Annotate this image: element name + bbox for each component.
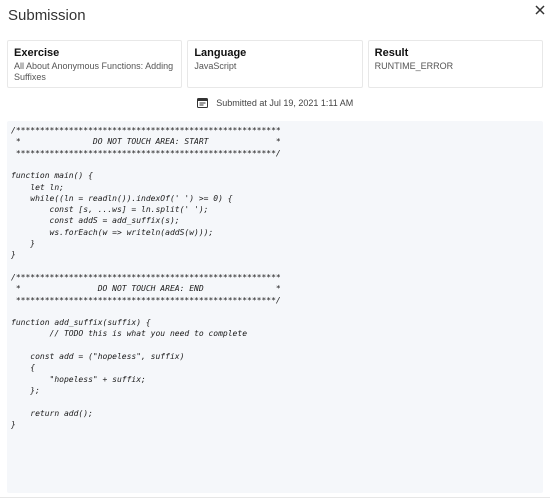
code-line: { bbox=[11, 363, 36, 373]
code-line: ****************************************… bbox=[11, 148, 281, 158]
language-value: JavaScript bbox=[194, 61, 237, 71]
code-line: const addS = add_suffix(s); bbox=[11, 216, 180, 226]
code-line: } bbox=[11, 239, 36, 248]
calendar-icon bbox=[196, 98, 217, 108]
language-card: Language JavaScript bbox=[187, 40, 363, 88]
code-line: * DO NOT TOUCH AREA: END * bbox=[11, 284, 281, 294]
close-icon[interactable] bbox=[533, 3, 547, 17]
divider bbox=[0, 497, 550, 498]
code-block: /***************************************… bbox=[7, 121, 543, 493]
dialog-header: Submission bbox=[0, 0, 550, 34]
exercise-label: Exercise bbox=[14, 47, 60, 59]
code-line: /***************************************… bbox=[11, 126, 281, 135]
submitted-text: Submitted at Jul 19, 2021 1:11 AM bbox=[216, 98, 354, 108]
code-line: let ln; bbox=[11, 182, 64, 192]
language-label: Language bbox=[194, 47, 247, 59]
code-line: const [s, ...ws] = ln.split(' '); bbox=[11, 205, 209, 215]
dialog-title: Submission bbox=[8, 7, 86, 24]
result-value: RUNTIME_ERROR bbox=[374, 61, 454, 71]
code-line: } bbox=[11, 419, 16, 429]
code-line: // TODO this is what you need to complet… bbox=[11, 329, 248, 339]
code-line: const add = ("hopeless", suffix) bbox=[11, 352, 185, 361]
code-line: function add_suffix(suffix) { bbox=[11, 318, 151, 328]
result-card: Result RUNTIME_ERROR bbox=[367, 40, 543, 88]
result-label: Result bbox=[374, 47, 409, 59]
exercise-card: Exercise All About Anonymous Functions: … bbox=[7, 40, 183, 88]
summary-cards: Exercise All About Anonymous Functions: … bbox=[7, 40, 543, 88]
code-line: "hopeless" + suffix; bbox=[11, 374, 146, 384]
code-line: ****************************************… bbox=[11, 295, 281, 305]
code-line: while((ln = readln()).indexOf(' ') >= 0)… bbox=[11, 193, 233, 203]
submission-meta: Submitted at Jul 19, 2021 1:11 AM bbox=[0, 98, 550, 108]
code-line: return add(); bbox=[11, 408, 93, 418]
code-line: ws.forEach(w => writeln(addS(w))); bbox=[11, 227, 214, 237]
code-line: }; bbox=[11, 385, 40, 395]
code-line: * DO NOT TOUCH AREA: START * bbox=[11, 137, 281, 147]
code-line: } bbox=[11, 250, 16, 260]
code-line: function main() { bbox=[11, 171, 93, 181]
exercise-value: All About Anonymous Functions: Adding Su… bbox=[14, 61, 174, 82]
code-line: /***************************************… bbox=[11, 272, 281, 282]
